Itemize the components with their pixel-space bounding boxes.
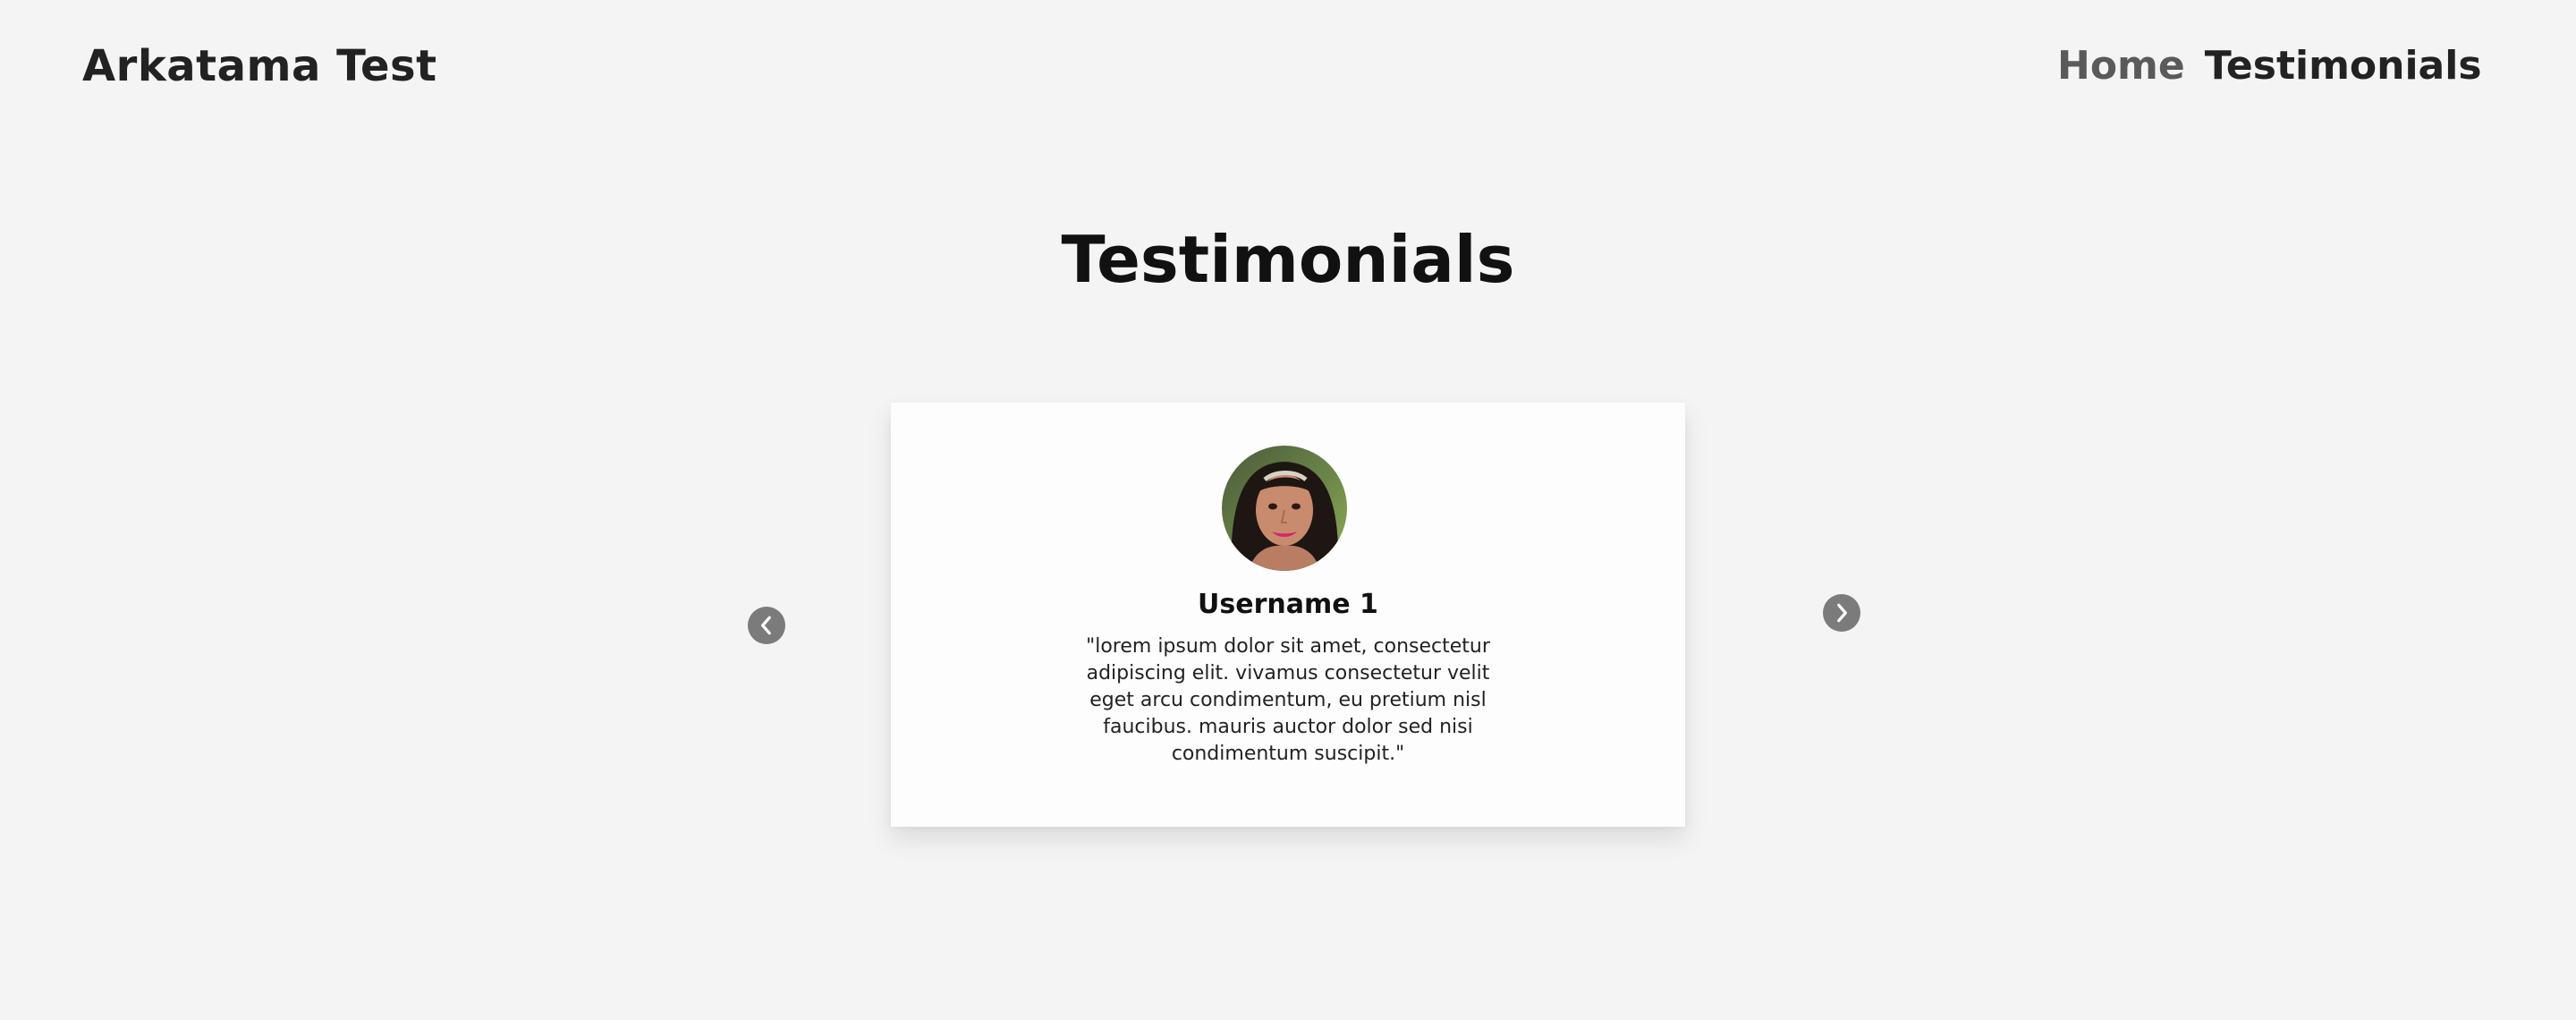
brand-logo-text[interactable]: Arkatama Test	[82, 39, 437, 93]
carousel-prev-button[interactable]	[748, 607, 785, 644]
chevron-right-icon	[1837, 603, 1847, 623]
carousel-next-button[interactable]	[1823, 594, 1860, 632]
page: Arkatama Test Home Testimonials Testimon…	[0, 0, 2576, 1020]
avatar	[1222, 446, 1347, 571]
page-title: Testimonials	[1061, 222, 1515, 297]
testimonial-username: Username 1	[1198, 589, 1378, 620]
nav-link-home[interactable]: Home	[2057, 39, 2185, 93]
user-avatar-photo	[1222, 446, 1347, 571]
main-nav: Home Testimonials	[2057, 39, 2482, 93]
nav-link-testimonials[interactable]: Testimonials	[2205, 39, 2482, 93]
testimonial-quote: "lorem ipsum dolor sit amet, consectetur…	[1086, 635, 1490, 765]
testimonial-card: Username 1 "lorem ipsum dolor sit amet, …	[891, 403, 1685, 827]
chevron-left-icon	[761, 616, 771, 635]
